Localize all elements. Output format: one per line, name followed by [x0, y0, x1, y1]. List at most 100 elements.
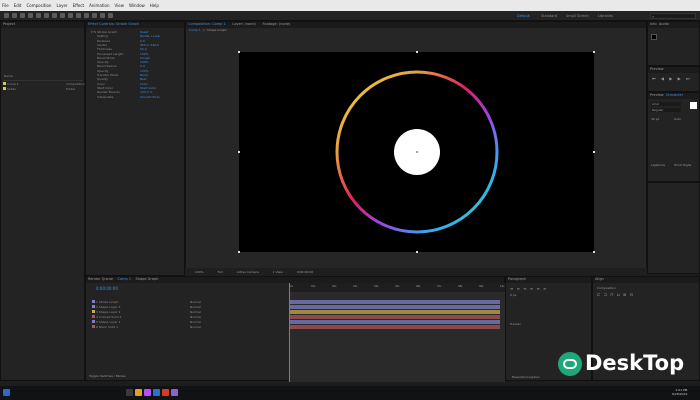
tool-button-icon[interactable]: [84, 13, 89, 18]
layer-duration-bar[interactable]: [290, 325, 500, 329]
timeline-layer-row[interactable]: 2 Shape Layer 3: [92, 305, 120, 309]
timeline-layer-row[interactable]: 5 Shape Layer 1: [92, 320, 120, 324]
project-item[interactable]: Solids: [3, 87, 16, 91]
tool-button-icon[interactable]: [108, 13, 113, 18]
workspace-small-screen[interactable]: Small Screen: [566, 14, 589, 18]
workspace-standard[interactable]: Standard: [541, 14, 557, 18]
align-tab[interactable]: Align: [593, 277, 699, 283]
layer-name: Shape Layer 1: [98, 320, 121, 324]
preview-tab[interactable]: Preview: [648, 67, 699, 73]
tool-button-icon[interactable]: [44, 13, 49, 18]
font-family-select[interactable]: Arial: [651, 102, 681, 106]
menu-item-file[interactable]: File: [2, 3, 9, 8]
bounding-handle[interactable]: [593, 251, 595, 253]
comp-canvas[interactable]: [239, 52, 594, 252]
bounding-handle[interactable]: [238, 51, 240, 53]
bounding-handle[interactable]: [593, 151, 595, 153]
layer-mode-select[interactable]: Normal: [190, 325, 201, 329]
bounding-handle[interactable]: [416, 251, 418, 253]
tool-button-icon[interactable]: [60, 13, 65, 18]
align-buttons[interactable]: ⊏ ⊐ ⊓ ⊔ ⊞ ⊟: [597, 292, 634, 297]
viewer-control[interactable]: 0:00:00:00: [297, 270, 313, 274]
timeline-layer-row[interactable]: 4 Colored Solid 1: [92, 315, 122, 319]
toggle-modes[interactable]: Toggle Switches / Modes: [89, 374, 126, 378]
comp-subtabs[interactable]: Comp 1 > Shape Graph: [189, 28, 227, 32]
tool-button-icon[interactable]: [28, 13, 33, 18]
bounding-handle[interactable]: [238, 151, 240, 153]
layer-mode-select[interactable]: Normal: [190, 305, 201, 309]
tool-button-icon[interactable]: [76, 13, 81, 18]
after-effects-app-icon[interactable]: [171, 389, 178, 396]
viewer-control[interactable]: Active Camera: [237, 270, 259, 274]
ligatures-checkbox[interactable]: Ligatures: [651, 163, 665, 167]
windows-start-icon[interactable]: [3, 389, 10, 396]
layer-mode-select[interactable]: Normal: [190, 320, 201, 324]
menu-item-help[interactable]: Help: [150, 3, 159, 8]
menu-item-effect[interactable]: Effect: [73, 3, 85, 8]
font-style-select[interactable]: Regular: [651, 108, 681, 112]
photoshop-app-icon[interactable]: [153, 389, 160, 396]
menu-item-edit[interactable]: Edit: [14, 3, 22, 8]
timeline-layer-row[interactable]: 6 Black Solid 1: [92, 325, 118, 329]
tool-button-icon[interactable]: [12, 13, 17, 18]
bounding-handle[interactable]: [593, 51, 595, 53]
workspace-libraries[interactable]: Libraries: [598, 14, 613, 18]
layer-duration-bar[interactable]: [290, 305, 500, 309]
project-tab[interactable]: Project: [1, 22, 84, 28]
menu-item-animation[interactable]: Animation: [89, 3, 109, 8]
playback-controls[interactable]: ⏮ ◀ ▶ ▶ ⏭: [652, 76, 692, 81]
leading-field[interactable]: Auto: [674, 117, 681, 121]
menu-item-view[interactable]: View: [115, 3, 125, 8]
tool-button-icon[interactable]: [4, 13, 9, 18]
timecode-display[interactable]: 0:00:00:00: [96, 286, 118, 291]
timeline-layer-row[interactable]: 3 Shape Layer 2: [92, 310, 120, 314]
layer-duration-bar[interactable]: [290, 315, 500, 319]
bounding-handle[interactable]: [238, 251, 240, 253]
fill-color-swatch[interactable]: [690, 102, 697, 109]
composition-tab[interactable]: Composition: Comp 1 Layer: (none) Footag…: [186, 22, 646, 28]
viewer-control[interactable]: 100%: [195, 270, 204, 274]
tool-button-icon[interactable]: [68, 13, 73, 18]
essential-graphics-tab[interactable]: Essential Graphics: [512, 375, 540, 379]
menu-item-window[interactable]: Window: [129, 3, 145, 8]
layer-label-color-icon: [92, 310, 95, 313]
browser-app-icon[interactable]: [162, 389, 169, 396]
layer-duration-bar[interactable]: [290, 310, 500, 314]
tool-button-icon[interactable]: [36, 13, 41, 18]
layer-mode-select[interactable]: Normal: [190, 310, 201, 314]
bounding-handle[interactable]: [416, 51, 418, 53]
time-ruler[interactable]: 0s 01s 02s 03s 04s 05s 06s 07s 08s 09s 10s: [290, 283, 505, 292]
character-tab[interactable]: Preview Character: [648, 93, 699, 99]
align-to-select[interactable]: Composition: [597, 286, 616, 290]
viewer-control[interactable]: Full: [218, 270, 223, 274]
tracker-tab[interactable]: Tracker: [510, 322, 521, 326]
layer-mode-select[interactable]: Normal: [190, 315, 201, 319]
search-help-input[interactable]: ⌕: [650, 13, 696, 19]
menu-item-layer[interactable]: Layer: [56, 3, 67, 8]
indent-field[interactable]: 0 px: [510, 293, 517, 297]
tool-button-icon[interactable]: [20, 13, 25, 18]
taskbar-clock[interactable]: 1:01 PM 6/28/2019: [672, 388, 687, 396]
layer-mode-select[interactable]: Normal: [190, 300, 201, 304]
hindi-digits-checkbox[interactable]: Hindi Digits: [674, 163, 691, 167]
premiere-app-icon[interactable]: [144, 389, 151, 396]
folder-app-icon[interactable]: [135, 389, 142, 396]
layer-duration-bar[interactable]: [290, 320, 500, 324]
menu-item-composition[interactable]: Composition: [26, 3, 51, 8]
paragraph-tab[interactable]: Paragraph: [506, 277, 591, 283]
project-item[interactable]: Comp 1: [3, 82, 19, 86]
tool-button-icon[interactable]: [92, 13, 97, 18]
tool-button-icon[interactable]: [52, 13, 57, 18]
paragraph-align-buttons[interactable]: ≡ ≡ ≡ ≡ ≡ ≡: [510, 286, 547, 291]
info-tab[interactable]: Info Audio: [648, 22, 699, 28]
taskbar-app-icon[interactable]: [126, 389, 133, 396]
font-size-field[interactable]: 36 px: [651, 117, 659, 121]
playhead[interactable]: [289, 283, 290, 382]
effect-controls-tab[interactable]: Effect Controls: Stroke Graph: [86, 22, 184, 28]
layer-duration-bar[interactable]: [290, 300, 500, 304]
workspace-default[interactable]: Default: [517, 14, 530, 18]
effect-property-value[interactable]: Smooth Ends: [140, 95, 160, 99]
timeline-layer-row[interactable]: 1 Stroke Graph: [92, 300, 119, 304]
viewer-control[interactable]: 1 View: [273, 270, 283, 274]
tool-button-icon[interactable]: [100, 13, 105, 18]
